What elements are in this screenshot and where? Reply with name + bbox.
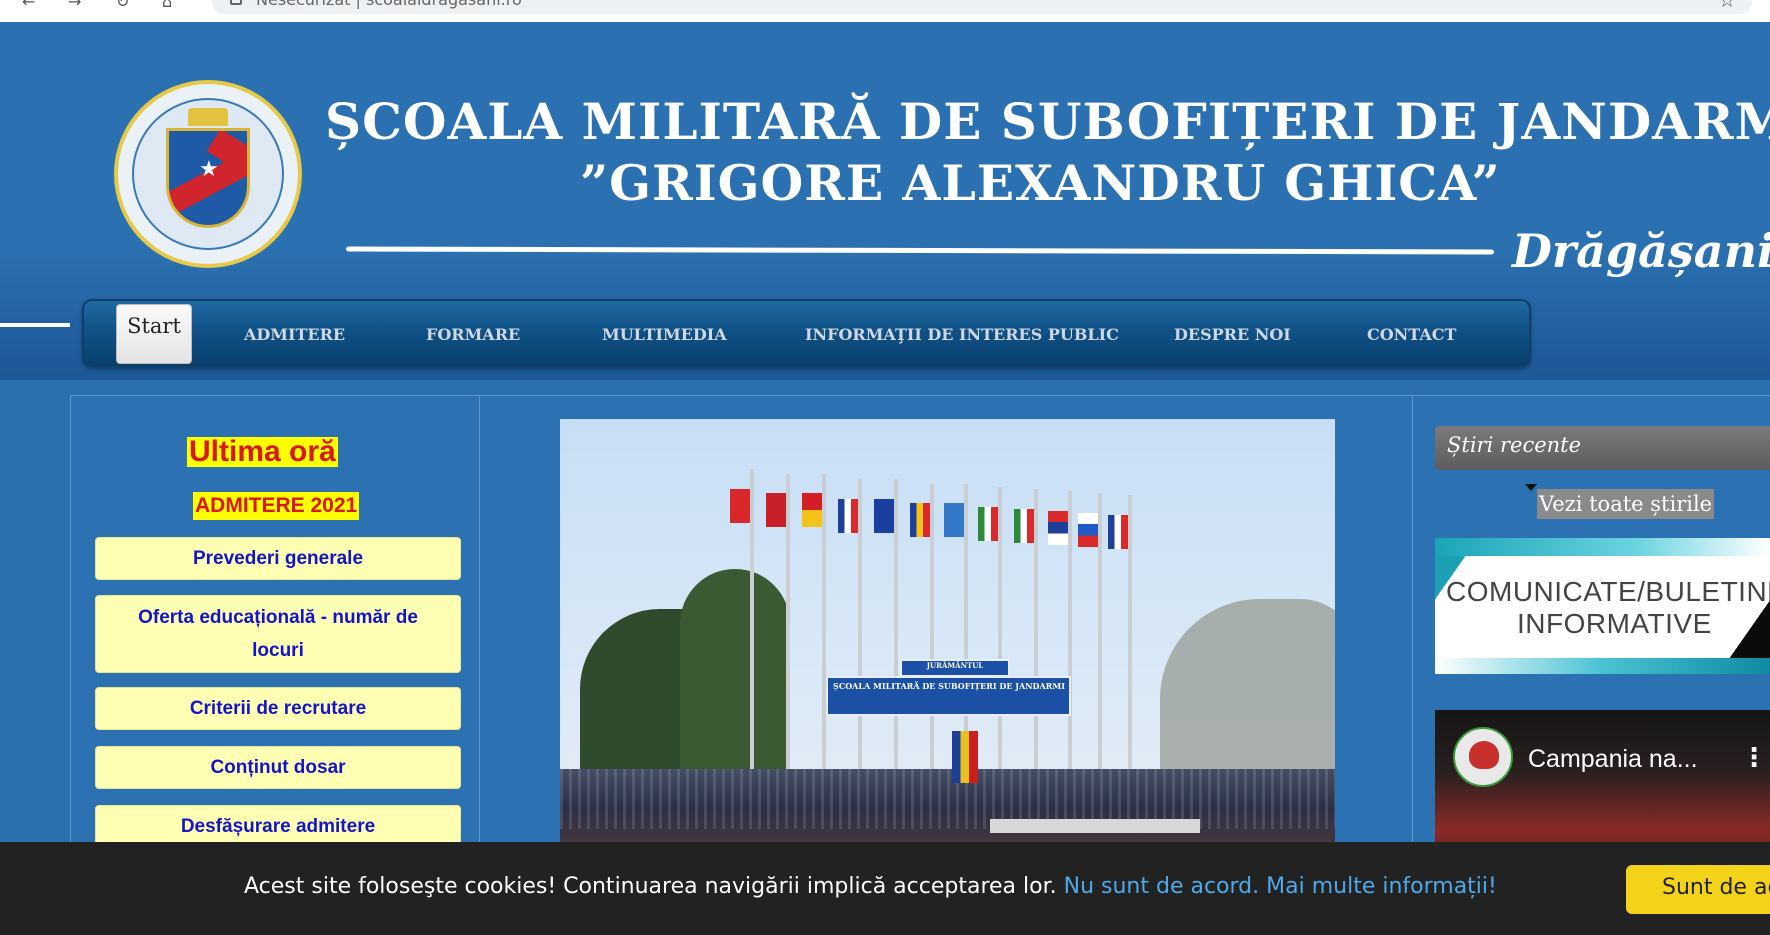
bulletins-banner-label: COMUNICATE/BULETINE (1446, 576, 1770, 607)
menu-item-contact[interactable]: CONTACT (1367, 325, 1456, 344)
general-provisions-button[interactable]: Prevederi generale (95, 537, 461, 580)
bookmark-star-icon[interactable]: ☆ (1718, 0, 1736, 12)
menu-item-admitere[interactable]: ADMITERE (244, 325, 345, 344)
main-navigation: Start ADMITERE FORMARE MULTIMEDIA INFORM… (82, 299, 1531, 367)
cookie-decline-link[interactable]: Nu sunt de acord. (1064, 874, 1260, 899)
all-news-link[interactable]: Vezi toate știrile (1537, 489, 1715, 519)
menu-item-multimedia[interactable]: MULTIMEDIA (602, 325, 727, 344)
star-icon: ★ (199, 157, 219, 182)
back-arrow-icon[interactable]: ← (22, 0, 35, 10)
educational-offer-button[interactable]: Oferta educațională - număr de locuri (95, 595, 461, 673)
oath-ceremony-photo[interactable]: JURĂMÂNTUL ȘCOALA MILITARĂ DE SUBOFIȚERI… (560, 419, 1335, 864)
flag (1108, 515, 1128, 549)
video-title[interactable]: Campania na... (1528, 745, 1698, 774)
caret-down-icon (1525, 484, 1537, 491)
more-options-icon[interactable]: ⋮ (1741, 743, 1767, 773)
flag (944, 503, 964, 537)
flag (730, 489, 750, 523)
recent-news-title: Știri recente (1447, 433, 1582, 457)
school-emblem-logo[interactable]: ★ (114, 80, 302, 268)
bulletins-banner-label: INFORMATIVE (1517, 608, 1712, 639)
site-city: Drăgășani (1512, 224, 1770, 278)
flag (910, 503, 930, 537)
flag (766, 493, 786, 527)
crown-icon (188, 108, 228, 126)
file-contents-button[interactable]: Conținut dosar (95, 746, 461, 789)
flag (1048, 511, 1068, 545)
menu-item-despre-noi[interactable]: DESPRE NOI (1174, 325, 1291, 344)
address-text: Nesecurizat | scoalaidragasani.ro (256, 0, 522, 9)
site-title: ȘCOALA MILITARĂ DE SUBOFIȚERI DE JANDARM… (325, 92, 1770, 151)
reload-icon[interactable]: ↻ (116, 0, 129, 10)
channel-avatar[interactable] (1453, 727, 1513, 787)
menu-item-informatii-publice[interactable]: INFORMAŢII DE INTERES PUBLIC (805, 325, 1119, 344)
menu-item-start[interactable]: Start (116, 304, 192, 364)
banner-top-text: JURĂMÂNTUL (926, 661, 984, 670)
flag (838, 499, 858, 533)
browser-toolbar: ← → ↻ ⌂ Nesecurizat | scoalaidragasani.r… (0, 0, 1770, 22)
flag (802, 493, 822, 527)
header-divider (0, 323, 70, 327)
address-bar[interactable]: Nesecurizat | scoalaidragasani.ro ☆ (212, 0, 1752, 14)
flag (1078, 513, 1098, 547)
flag (1014, 509, 1034, 543)
admission-heading[interactable]: ADMITERE 2021 (193, 492, 360, 520)
banner-text: ȘCOALA MILITARĂ DE SUBOFIȚERI DE JANDARM… (833, 681, 1065, 691)
flag (874, 499, 894, 533)
last-hour-heading: Ultima oră (187, 435, 338, 468)
hand-icon (1469, 741, 1499, 769)
recruitment-criteria-button[interactable]: Criterii de recrutare (95, 687, 461, 730)
forward-arrow-icon[interactable]: → (68, 0, 81, 10)
cookie-more-info-link[interactable]: Mai multe informații! (1266, 874, 1497, 899)
info-icon[interactable] (230, 0, 242, 5)
cookie-message: Acest site foloseşte cookies! Continuare… (244, 874, 1497, 899)
menu-item-formare[interactable]: FORMARE (426, 325, 520, 344)
home-icon[interactable]: ⌂ (162, 0, 172, 10)
site-subtitle: ”GRIGORE ALEXANDRU GHICA” (580, 154, 1501, 212)
shield-icon: ★ (166, 128, 250, 228)
flag (978, 507, 998, 541)
cookie-accept-button[interactable]: Sunt de acord (1626, 865, 1770, 914)
romanian-flag-icon (952, 731, 978, 783)
